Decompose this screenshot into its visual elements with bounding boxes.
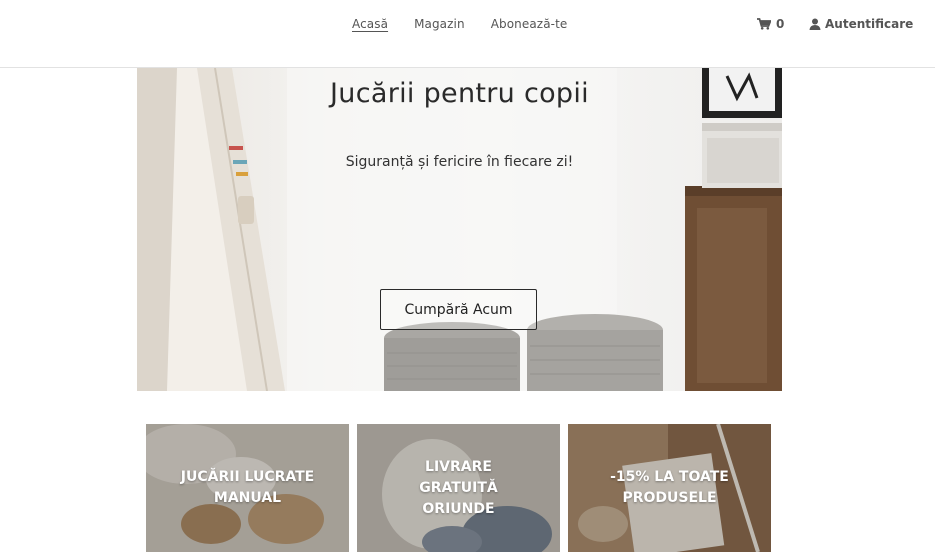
hero-background-image: [137, 68, 782, 391]
site-header: Acasă Magazin Abonează-te 0 Autentificar…: [0, 0, 935, 68]
tile-label: JUCĂRII LUCRATE MANUAL: [180, 469, 315, 506]
nav-link-subscribe[interactable]: Abonează-te: [491, 17, 568, 31]
feature-tile-shipping[interactable]: LIVRARE GRATUITĂ ORIUNDE: [357, 424, 560, 552]
hero-title: Jucării pentru copii: [330, 78, 589, 109]
nav-link-shop[interactable]: Magazin: [414, 17, 465, 31]
login-label: Autentificare: [825, 17, 914, 31]
hero-banner: Jucării pentru copii Siguranță și ferici…: [137, 68, 782, 391]
user-icon: [809, 18, 821, 30]
shop-now-button[interactable]: Cumpără Acum: [380, 289, 537, 330]
feature-tile-handmade[interactable]: JUCĂRII LUCRATE MANUAL: [146, 424, 349, 552]
feature-tiles: JUCĂRII LUCRATE MANUAL LIVRARE GRATUITĂ …: [146, 424, 771, 552]
main-nav: Acasă Magazin Abonează-te: [352, 17, 567, 31]
cart-button[interactable]: 0: [757, 17, 784, 31]
feature-tile-discount[interactable]: -15% LA TOATE PRODUSELE: [568, 424, 771, 552]
tile-label: LIVRARE GRATUITĂ ORIUNDE: [419, 458, 498, 517]
nav-link-home[interactable]: Acasă: [352, 17, 388, 31]
tile-label: -15% LA TOATE PRODUSELE: [610, 469, 729, 506]
hero-subtitle: Siguranță și fericire în fiecare zi!: [345, 154, 574, 170]
cart-icon: [757, 18, 771, 30]
cart-count: 0: [776, 17, 785, 31]
login-link[interactable]: Autentificare: [809, 17, 913, 31]
